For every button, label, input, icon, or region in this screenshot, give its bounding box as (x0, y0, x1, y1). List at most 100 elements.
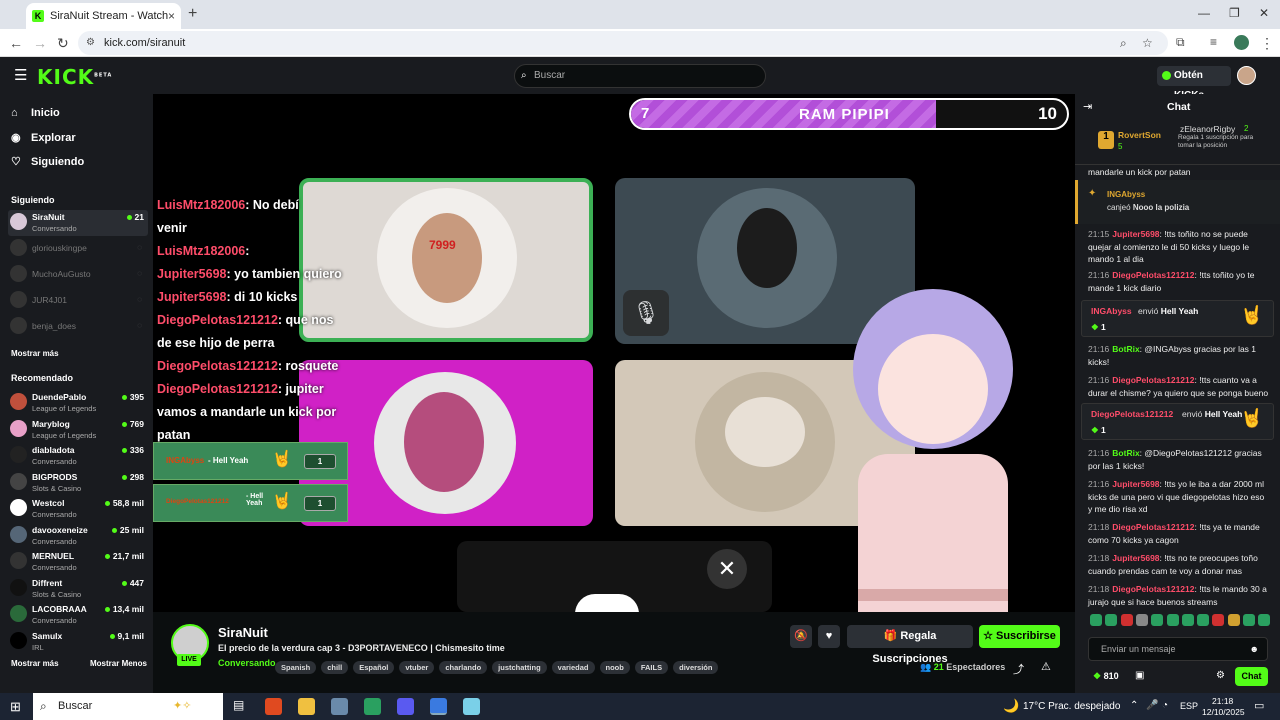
collapse-chat-icon[interactable]: ⇥ (1083, 100, 1092, 113)
show-more-following[interactable]: Mostrar más (11, 349, 59, 358)
tag-pill[interactable]: chill (321, 661, 349, 674)
follow-heart-button[interactable]: ♥ (818, 625, 840, 648)
chat-user[interactable]: Jupiter5698 (1112, 229, 1159, 239)
nav-home[interactable]: ⌂ Inicio (11, 107, 60, 119)
browser-tab[interactable]: K SiraNuit Stream - Watch Live o × (26, 3, 181, 29)
new-tab-icon[interactable]: + (188, 5, 197, 23)
windows-start-icon[interactable]: ⊞ (10, 699, 21, 715)
store-icon[interactable]: ▣ (1135, 670, 1144, 681)
tab-close-icon[interactable]: × (168, 9, 175, 23)
recommended-channel[interactable]: DuendePablo League of Legends 395 (8, 390, 148, 416)
share-icon[interactable]: ⤴ (1013, 661, 1024, 677)
chat-user[interactable]: BotRix (1112, 448, 1139, 458)
file-explorer-icon[interactable] (298, 698, 315, 715)
emote-icon[interactable] (1212, 614, 1225, 626)
nav-following[interactable]: ♡ Siguiendo (11, 155, 84, 168)
brave-app-icon[interactable] (265, 698, 282, 715)
minimize-icon[interactable]: — (1198, 6, 1210, 20)
emoji-icon[interactable]: ☻ (1250, 638, 1259, 660)
chat-user[interactable]: Jupiter5698 (1112, 479, 1159, 489)
zoom-icon[interactable]: ⌕ (1120, 31, 1127, 55)
extensions-icon[interactable]: ⧉ (1176, 35, 1185, 50)
chat-input[interactable]: Enviar un mensaje ☻ (1088, 637, 1268, 661)
following-channel[interactable]: benja_does ◌ (8, 314, 148, 340)
recommended-channel[interactable]: diabladota Conversando 336 (8, 443, 148, 469)
hamburger-menu-icon[interactable]: ☰ (14, 66, 27, 84)
chat-send-button[interactable]: Chat (1235, 667, 1268, 686)
user-avatar[interactable] (1237, 66, 1256, 85)
emote-icon[interactable] (1151, 614, 1164, 626)
chat-user[interactable]: DiegoPelotas121212 (1112, 270, 1194, 280)
recommended-channel[interactable]: LACOBRAAA Conversando 13,4 mil (8, 602, 148, 628)
get-kicks-button[interactable]: Obtén KICKs (1157, 66, 1231, 101)
show-less-recommended[interactable]: Mostrar Menos (90, 659, 147, 668)
tag-pill[interactable]: FAILS (634, 661, 669, 674)
recommended-channel[interactable]: MERNUEL Conversando 21,7 mil (8, 549, 148, 575)
forward-icon[interactable]: → (33, 35, 47, 51)
language-indicator[interactable]: ESP (1180, 701, 1198, 711)
clock-time[interactable]: 21:18 (1212, 696, 1233, 706)
search-input[interactable]: ⌕ Buscar (514, 64, 766, 88)
app-icon[interactable] (364, 698, 381, 715)
tag-pill[interactable]: Spanish (275, 661, 317, 674)
taskbar-search[interactable]: ⌕ Buscar ✦✧ (33, 693, 223, 720)
bookmark-star-icon[interactable]: ☆ (1142, 31, 1153, 55)
tag-pill[interactable]: justchatting (492, 661, 547, 674)
emote-icon[interactable] (1120, 614, 1133, 626)
tag-pill[interactable]: noob (599, 661, 630, 674)
following-channel[interactable]: MuchoAuGusto ◌ (8, 262, 148, 288)
url-input[interactable]: ⚙ kick.com/siranuit ⌕ ☆ (78, 31, 1168, 55)
site-info-icon[interactable]: ⚙ (86, 31, 95, 55)
recommended-channel[interactable]: Diffrent Slots & Casino 447 (8, 576, 148, 602)
profile-avatar[interactable] (1234, 35, 1249, 50)
tag-pill[interactable]: variedad (551, 661, 595, 674)
chat-user[interactable]: DiegoPelotas121212 (1112, 584, 1194, 594)
chat-user[interactable]: DiegoPelotas121212 (1112, 375, 1194, 385)
subscribe-button[interactable]: ☆ Suscribirse (979, 625, 1060, 648)
recommended-channel[interactable]: BIGPRODS Slots & Casino 298 (8, 470, 148, 496)
nav-explore[interactable]: ◉ Explorar (11, 131, 76, 144)
notifications-off-button[interactable]: 🔕 (790, 625, 812, 648)
notification-icon[interactable]: ▭ (1254, 699, 1264, 712)
channel-name-title[interactable]: SiraNuit (218, 625, 268, 640)
kick-logo[interactable]: KICKBETA (37, 65, 112, 89)
chrome-app-icon[interactable] (430, 698, 447, 715)
weather-text[interactable]: 17°C Prac. despejado (1023, 701, 1120, 712)
emote-icon[interactable] (1197, 614, 1210, 626)
show-more-recommended[interactable]: Mostrar más (11, 659, 59, 668)
emote-icon[interactable] (1243, 614, 1255, 626)
back-icon[interactable]: ← (9, 35, 23, 51)
emote-icon[interactable] (1105, 614, 1118, 626)
maximize-icon[interactable]: ❐ (1229, 6, 1240, 20)
stream-category[interactable]: Conversando (218, 658, 276, 668)
chat-settings-icon[interactable]: ⚙ (1216, 670, 1225, 681)
tag-pill[interactable]: diversión (673, 661, 719, 674)
recommended-channel[interactable]: davooxeneize Conversando 25 mil (8, 523, 148, 549)
tray-chevron-icon[interactable]: ⌃ (1130, 700, 1138, 711)
browser-menu-icon[interactable]: ⋮ (1260, 35, 1274, 52)
following-channel[interactable]: SiraNuit Conversando 21 (8, 210, 148, 236)
following-channel[interactable]: JUR4J01 ◌ (8, 288, 148, 314)
clock-date[interactable]: 12/10/2025 (1202, 707, 1245, 717)
emote-icon[interactable] (1090, 614, 1102, 626)
recommended-channel[interactable]: Samulx IRL 9,1 mil (8, 629, 148, 655)
reload-icon[interactable]: ↻ (57, 35, 69, 52)
tag-pill[interactable]: Español (353, 661, 395, 674)
wifi-icon[interactable]: ◔ (1162, 700, 1168, 711)
chat-user[interactable]: DiegoPelotas121212 (1112, 522, 1194, 532)
media-icon[interactable]: ≡ (1210, 35, 1217, 49)
video-player[interactable]: 7 RAM PIPIPI 10 7999 🎙 ✕ LuisMtz182006: … (153, 94, 1075, 612)
chat-user[interactable]: Jupiter5698 (1112, 553, 1159, 563)
emote-icon[interactable] (1166, 614, 1179, 626)
gift-subs-button[interactable]: 🎁 Regala Suscripciones (847, 625, 973, 665)
report-icon[interactable]: ⚠ (1041, 660, 1051, 673)
recommended-channel[interactable]: Maryblog League of Legends 769 (8, 417, 148, 443)
app-icon[interactable] (331, 698, 348, 715)
recommended-channel[interactable]: Westcol Conversando 58,8 mil (8, 496, 148, 522)
tag-pill[interactable]: vtuber (399, 661, 435, 674)
emote-icon[interactable] (1135, 614, 1148, 626)
following-channel[interactable]: gloriouskingpe ◌ (8, 236, 148, 262)
window-close-icon[interactable]: ✕ (1259, 6, 1269, 20)
emote-icon[interactable] (1181, 614, 1194, 626)
chat-user[interactable]: BotRix (1112, 344, 1139, 354)
